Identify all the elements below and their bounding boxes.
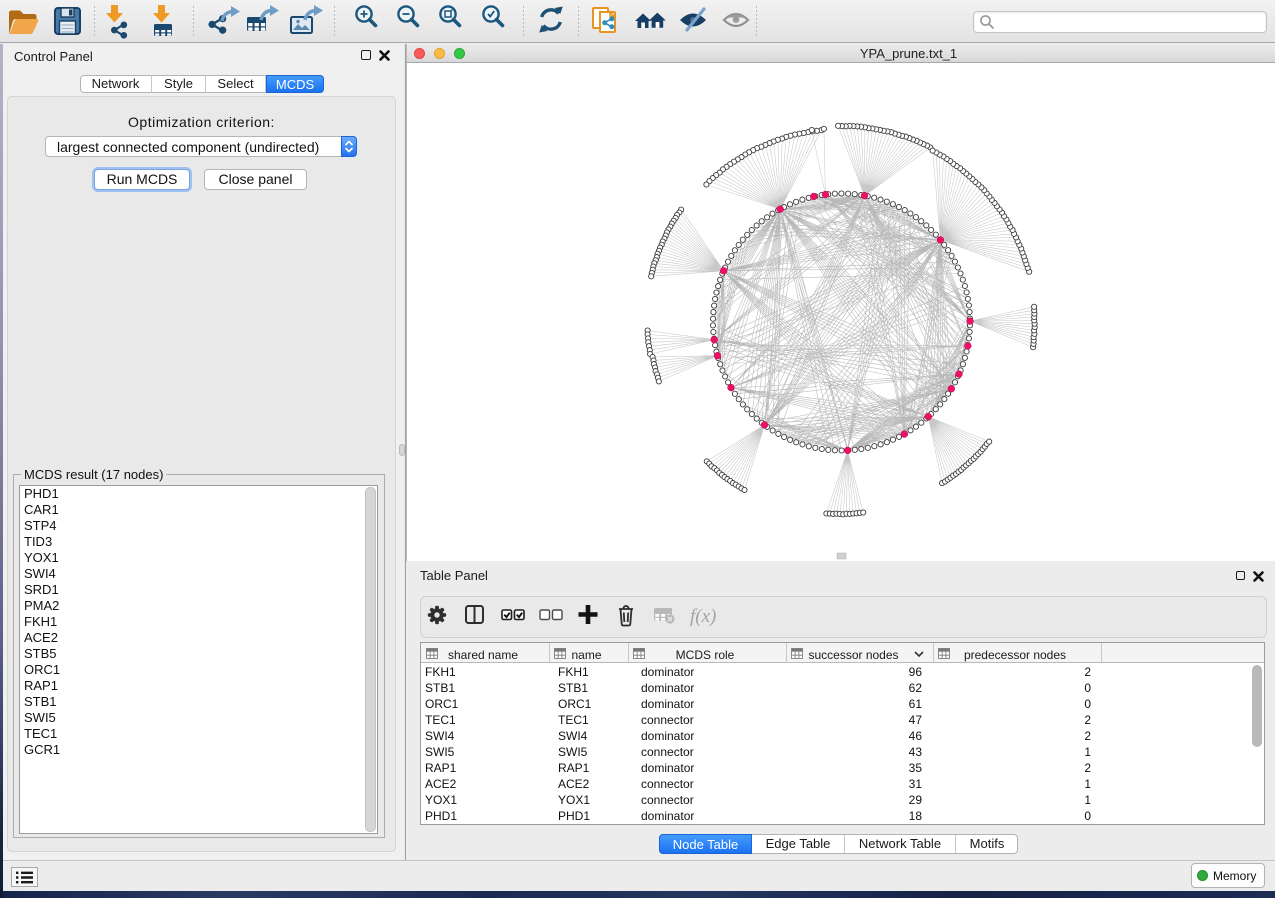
svg-text:f(x): f(x) <box>690 606 716 627</box>
